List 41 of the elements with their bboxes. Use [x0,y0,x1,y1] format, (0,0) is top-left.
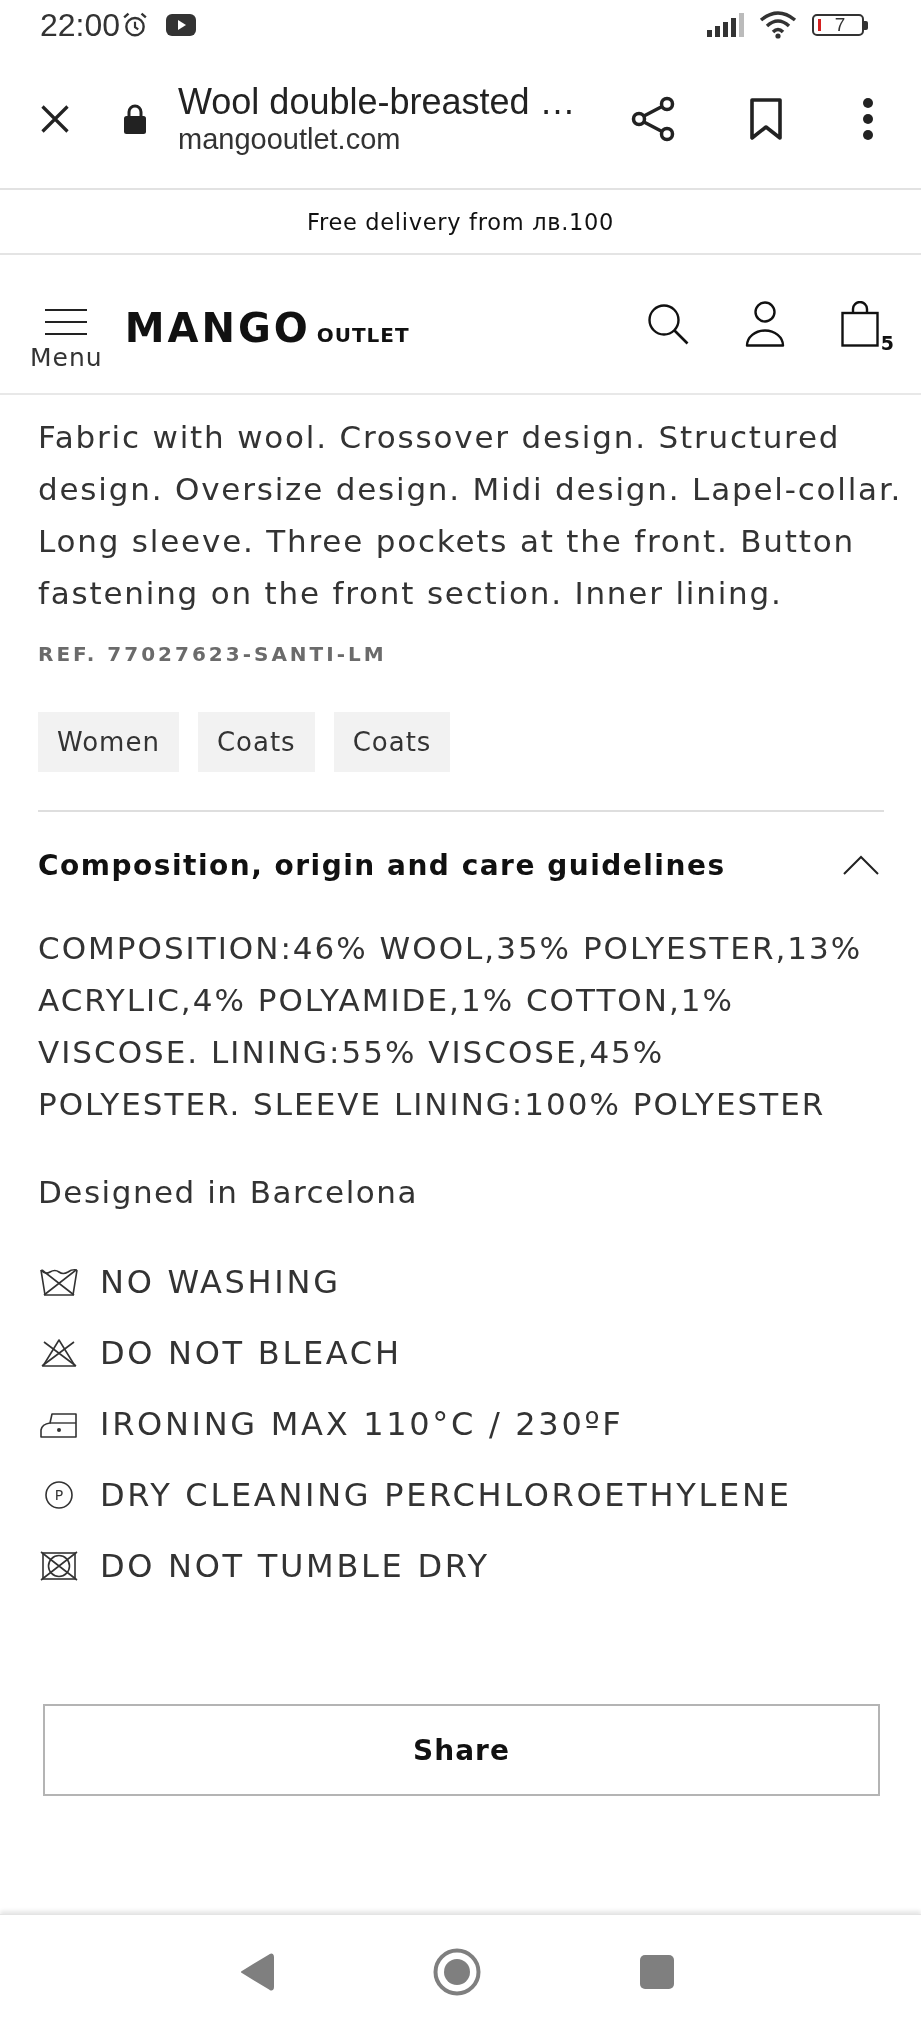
promo-banner-text: Free delivery from лв.100 [306,208,615,235]
product-description: Fabric with wool. Crossover design. Structured design. Oversize design. Midi design. Lapel-collar. Long sleeve. Three pockets at the front. Button fastening on the front section. Inner lining. [38,418,904,613]
wifi-icon [759,11,797,39]
status-time: 22:00 [40,7,121,43]
composition-text: COMPOSITION:46% WOOL,35% POLYESTER,13% ACRYLIC,4% POLYAMIDE,1% COTTON,1% VISCOSE. LINING:55% VISCOSE,45% POLYESTER. SLEEVE LINING:100% POLYESTER [38,929,864,1124]
reference-number: REF. 77027623-SANTI-LM [38,641,388,668]
crossed-washtub-icon [39,1266,79,1297]
close-icon [40,104,70,134]
recents-icon [639,1954,674,1989]
page-url: mangooutlet.com [178,122,402,156]
bookmark-icon [750,98,782,140]
care-instruction: DO NOT BLEACH [100,1333,402,1372]
care-instruction: DO NOT TUMBLE DRY [100,1546,490,1585]
menu-button[interactable]: Menu [30,275,103,373]
care-instruction: IRONING MAX 110°C / 230ºF [100,1404,624,1443]
more-vertical-icon [862,97,874,141]
logo-link[interactable]: MANGO OUTLET [124,306,410,350]
video-play-icon [166,14,197,36]
back-icon [238,1951,275,1992]
care-instruction: DRY CLEANING PERCHLOROETHYLENE [100,1475,792,1514]
crossed-triangle-icon [39,1337,79,1368]
care-accordion-toggle[interactable]: Composition, origin and care guidelines [38,812,884,918]
signal-icon [707,13,747,37]
category-tag[interactable]: Coats [333,712,451,772]
origin-text: Designed in Barcelona [38,1173,419,1212]
cart-count: 5 [880,332,894,354]
share-button[interactable]: Share [43,1704,880,1796]
home-icon [432,1947,481,1996]
menu-icon [45,309,88,335]
shopping-bag-icon [840,301,879,347]
crossed-tumble-dryer-icon [39,1550,79,1581]
search-icon [646,303,689,345]
battery-indicator: 7 [812,14,868,36]
page-title: Wool double-breasted … [178,82,577,122]
user-icon [744,301,785,347]
share-icon [630,96,676,142]
lock-icon [123,104,147,134]
category-tag[interactable]: Coats [197,712,315,772]
care-instruction: NO WASHING [100,1262,341,1301]
category-tag[interactable]: Women [38,712,179,772]
alarm-clock-icon [122,12,149,38]
